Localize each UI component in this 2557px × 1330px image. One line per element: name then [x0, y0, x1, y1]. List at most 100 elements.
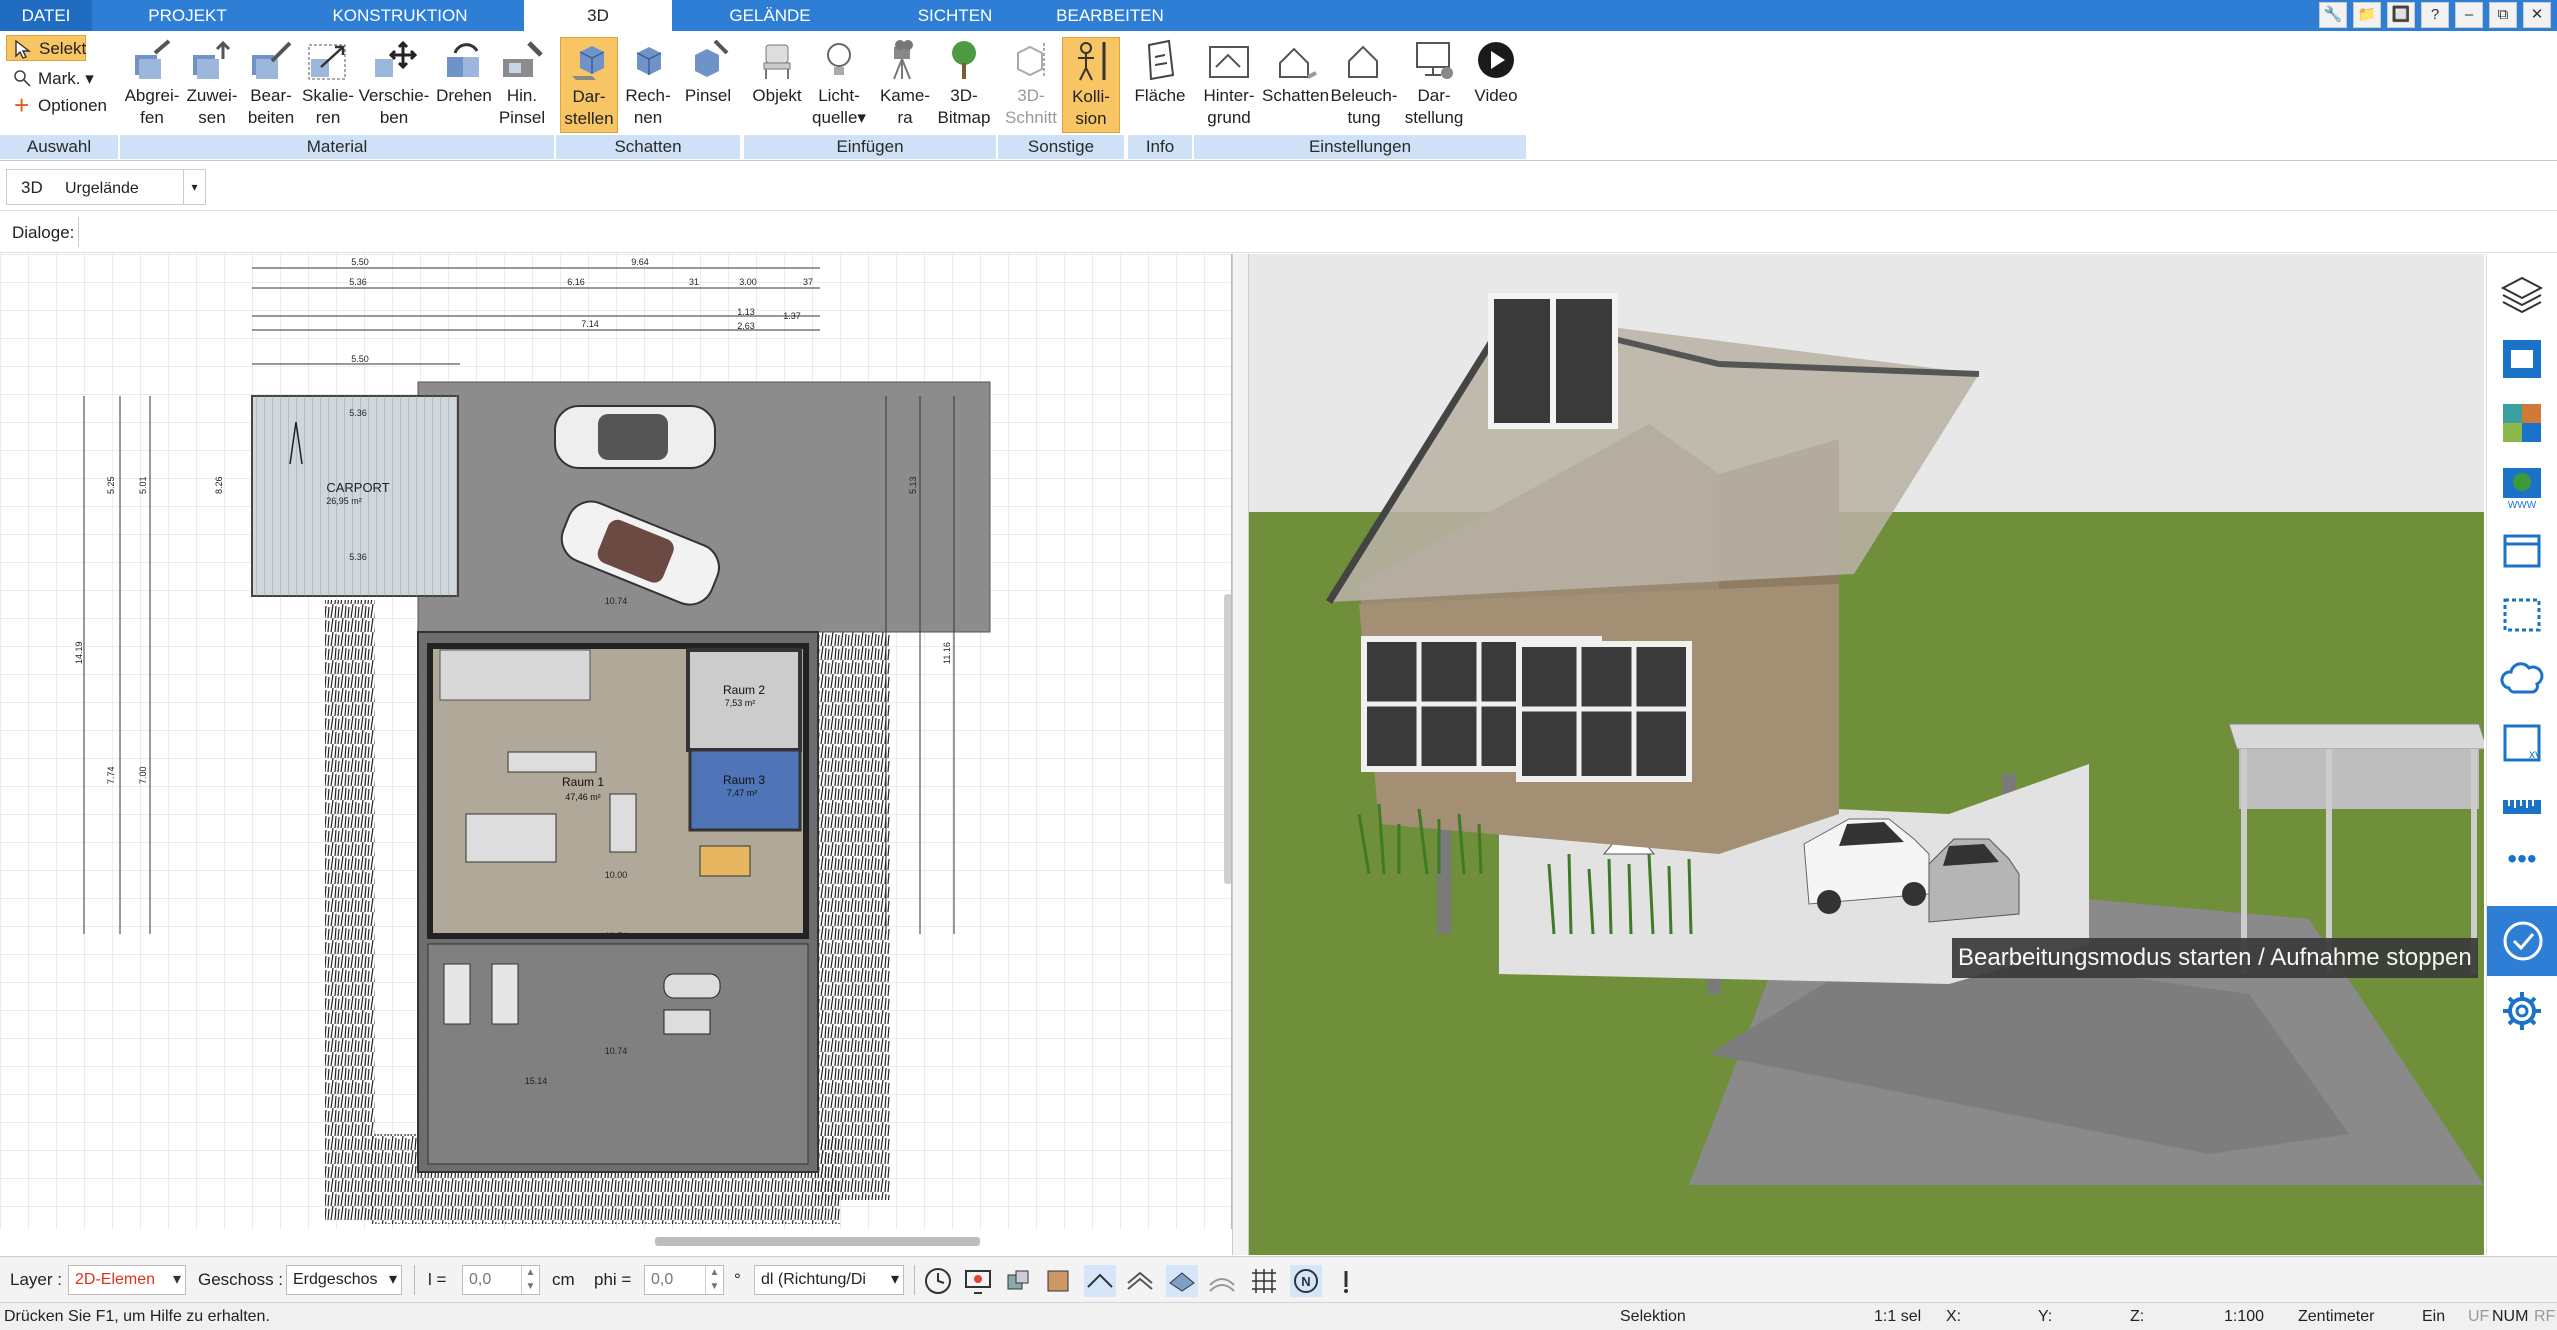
cube-compute-icon — [636, 47, 662, 75]
tab-gelaende[interactable]: GELÄNDE — [700, 0, 840, 31]
tab-3d[interactable]: 3D — [524, 0, 672, 31]
lichtquelle-button[interactable]: Licht-quelle▾ — [810, 37, 868, 129]
house-background-icon — [1209, 46, 1249, 78]
floor-icon[interactable] — [1084, 1265, 1116, 1297]
3d-bitmap-button[interactable]: 3D- Bitmap — [934, 37, 994, 129]
darstellung-button[interactable]: Dar-stellung — [1400, 37, 1468, 129]
tab-datei[interactable]: DATEI — [0, 0, 92, 31]
schatten-darstellen-button[interactable]: Dar-stellen — [560, 37, 618, 133]
geschoss-select[interactable]: Erdgeschos ▾ — [286, 1265, 402, 1295]
hin-pinsel-button[interactable]: Hin. Pinsel — [494, 37, 550, 129]
video-label: Video — [1474, 86, 1518, 105]
pane-splitter[interactable] — [1232, 254, 1249, 1255]
objects-icon[interactable] — [1002, 1265, 1034, 1297]
dim-550b: 5.50 — [351, 354, 369, 364]
window-icon[interactable] — [2499, 528, 2545, 574]
hintergrund-button[interactable]: Hinter-grund — [1196, 37, 1262, 129]
video-button[interactable]: Video — [1468, 37, 1524, 107]
3d-schnitt-button[interactable]: 3D- Schnitt — [1002, 37, 1060, 129]
phi-input[interactable]: 0,0 ▲ ▼ — [644, 1265, 724, 1295]
help-icon[interactable]: ? — [2421, 2, 2449, 28]
terrain-icon[interactable] — [1206, 1265, 1238, 1297]
floor-plan-view[interactable]: CARPORT 26,95 m² Raum 1 47,46 m² Raum 2 … — [0, 254, 1232, 1229]
close-button[interactable]: ✕ — [2523, 2, 2551, 28]
walls-icon[interactable] — [1042, 1265, 1074, 1297]
phi-unit: ° — [734, 1270, 741, 1289]
objekt-button[interactable]: Objekt — [748, 37, 806, 107]
3d-bitmap-label-1: 3D- — [950, 86, 978, 105]
lichtquelle-label-2: quelle — [812, 108, 858, 127]
person-wall-icon — [1078, 42, 1106, 81]
geschoss-label: Geschoss : — [198, 1270, 284, 1289]
north-icon[interactable]: N — [1290, 1265, 1322, 1297]
verschieben-button[interactable]: Verschie-ben — [354, 37, 434, 129]
tab-konstruktion[interactable]: KONSTRUKTION — [315, 0, 485, 31]
ruler-icon[interactable] — [2499, 784, 2545, 830]
grid-icon[interactable] — [1248, 1265, 1280, 1297]
more-icon[interactable]: ••• — [2499, 844, 2545, 890]
3d-view[interactable] — [1249, 254, 2484, 1255]
length-input[interactable]: 0,0 ▲ ▼ — [462, 1265, 540, 1295]
mark-button[interactable]: Mark. ▾ — [6, 66, 94, 92]
cloud-icon[interactable] — [2499, 656, 2545, 702]
horizontal-scrollbar[interactable] — [655, 1237, 980, 1246]
flaeche-button[interactable]: Fläche — [1130, 37, 1190, 107]
zuweisen-label-1: Zuwei- — [186, 86, 238, 105]
abgreifen-button[interactable]: Abgrei-fen — [120, 37, 184, 129]
direction-select[interactable]: dl (Richtung/Di ▾ — [754, 1265, 904, 1295]
materials-catalog-icon[interactable] — [2499, 400, 2545, 446]
surface-icon[interactable] — [1166, 1265, 1198, 1297]
schatten-rechnen-button[interactable]: Rech-nen — [620, 37, 676, 129]
kollision-button[interactable]: Kolli-sion — [1062, 37, 1120, 133]
bearbeiten-button[interactable]: Bear-beiten — [240, 37, 302, 129]
skalieren-button[interactable]: Skalie-ren — [302, 37, 354, 129]
zuweisen-button[interactable]: Zuwei-sen — [184, 37, 240, 129]
drehen-button[interactable]: Drehen — [434, 37, 494, 107]
variables-icon[interactable]: xy — [2499, 720, 2545, 766]
ribbon: Selekt Mark. ▾ + Optionen Auswahl Abgrei… — [0, 31, 2557, 161]
stepper-icon[interactable]: ▲ ▼ — [705, 1266, 723, 1294]
kamera-button[interactable]: Kame-ra — [874, 37, 936, 129]
vertical-scrollbar[interactable] — [1224, 594, 1231, 884]
furniture-catalog-icon[interactable] — [2499, 336, 2545, 382]
web-catalog-icon[interactable]: WWW — [2499, 464, 2545, 510]
house-shadow-icon — [1279, 47, 1317, 79]
selection-rectangle-icon[interactable] — [2499, 592, 2545, 638]
gear-icon[interactable] — [2499, 988, 2545, 1034]
minimize-button[interactable]: – — [2455, 2, 2483, 28]
schatten-settings-button[interactable]: Schatten — [1262, 37, 1329, 107]
maximize-button[interactable]: ⧉ — [2489, 2, 2517, 28]
hatch-icon[interactable] — [1124, 1265, 1156, 1297]
layers-icon[interactable] — [2499, 272, 2545, 318]
dim-113: 1.13 — [737, 307, 755, 317]
beleuchtung-label-2: tung — [1347, 108, 1381, 127]
dim-1074b: 10.74 — [605, 931, 628, 941]
status-bar: Drücken Sie F1, um Hilfe zu erhalten. Se… — [0, 1302, 2557, 1330]
stepper-icon[interactable]: ▲ ▼ — [521, 1266, 539, 1294]
tab-bearbeiten[interactable]: BEARBEITEN — [1040, 0, 1180, 31]
folder-icon[interactable]: 📁 — [2353, 2, 2381, 28]
beleuchtung-button[interactable]: Beleuch-tung — [1330, 37, 1398, 129]
group-material: Material — [120, 135, 554, 159]
scale-text: 1:100 — [2224, 1308, 2265, 1325]
drehen-label: Drehen — [436, 86, 492, 105]
chair-icon — [763, 44, 791, 79]
more-vertical-icon[interactable] — [1330, 1265, 1362, 1297]
raum1-label: Raum 1 — [562, 775, 604, 789]
monitor-icon[interactable] — [962, 1265, 994, 1297]
layer-select[interactable]: 2D-Elemen ▾ — [68, 1265, 186, 1295]
tools-icon[interactable]: 🔧 — [2319, 2, 2347, 28]
tab-sichten[interactable]: SICHTEN — [890, 0, 1020, 31]
tab-projekt[interactable]: PROJEKT — [120, 0, 255, 31]
length-unit: cm — [552, 1270, 575, 1289]
clock-icon[interactable] — [922, 1265, 954, 1297]
optionen-button[interactable]: + Optionen — [6, 92, 107, 119]
terrain-select[interactable]: 3D Urgelände ▾ — [6, 169, 206, 205]
checkmark-circle-icon — [2503, 921, 2543, 961]
layout-icon[interactable]: 🔲 — [2387, 2, 2415, 28]
schatten-pinsel-button[interactable]: Pinsel — [680, 37, 736, 107]
record-button[interactable] — [2487, 906, 2557, 976]
length-value: 0,0 — [469, 1271, 492, 1288]
selekt-button[interactable]: Selekt — [6, 35, 86, 61]
svg-text:xy: xy — [2529, 747, 2541, 761]
